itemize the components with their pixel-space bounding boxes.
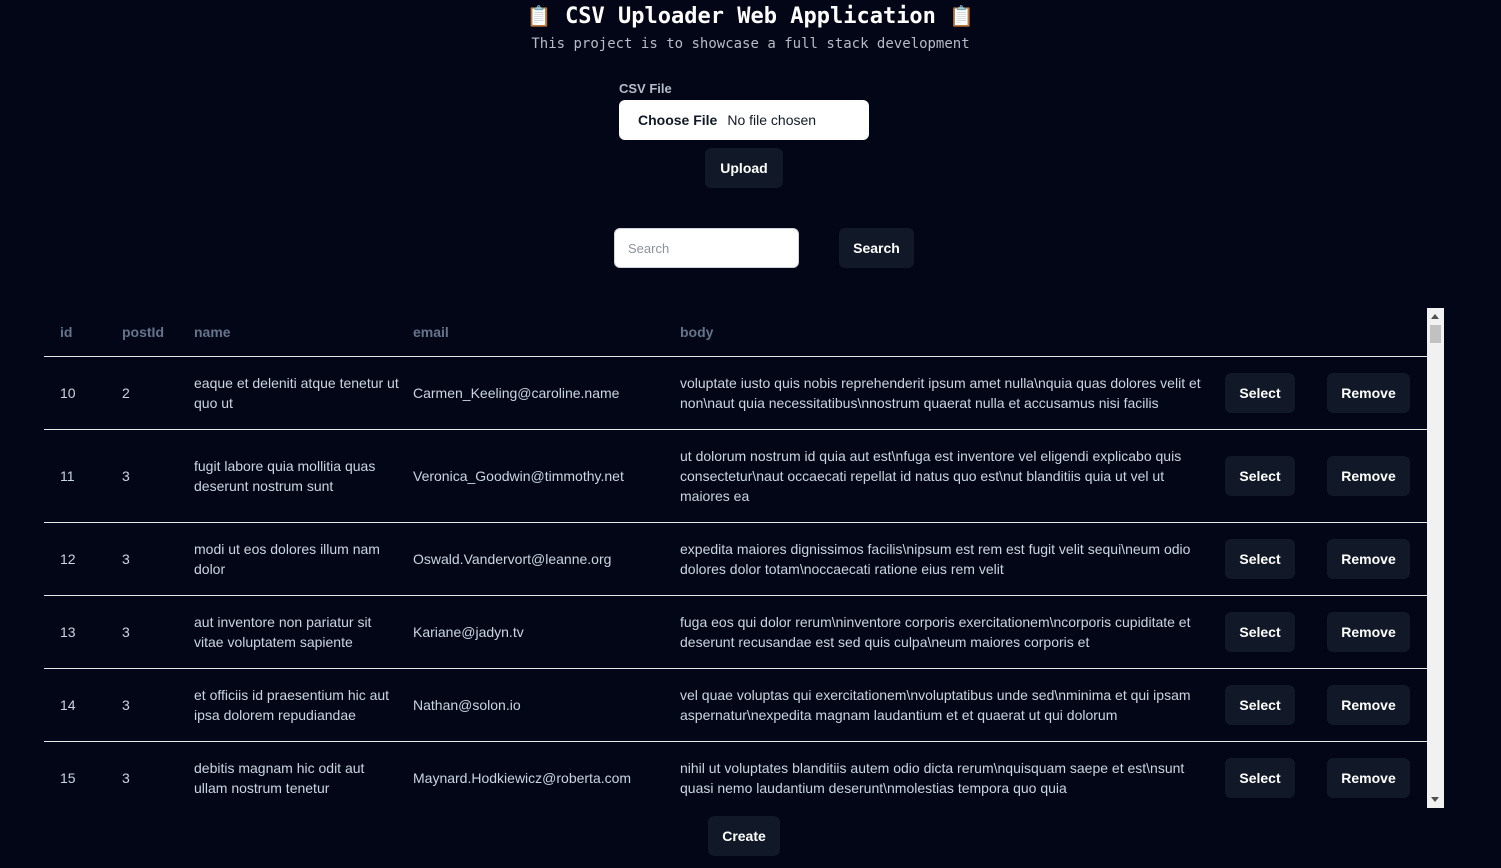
cell-body: nihil ut voluptates blanditiis autem odi… (680, 741, 1225, 808)
cell-body: vel quae voluptas qui exercitationem\nvo… (680, 668, 1225, 742)
table-row: 14 3 et officiis id praesentium hic aut … (44, 668, 1427, 742)
page-title: 📋 CSV Uploader Web Application 📋 (0, 2, 1501, 31)
table-row: 15 3 debitis magnam hic odit aut ullam n… (44, 741, 1427, 808)
table-row: 11 3 fugit labore quia mollitia quas des… (44, 429, 1427, 523)
remove-button[interactable]: Remove (1327, 538, 1410, 579)
create-button[interactable]: Create (708, 816, 780, 856)
cell-name: et officiis id praesentium hic aut ipsa … (194, 668, 413, 742)
column-header-body: body (680, 308, 1225, 357)
cell-name: fugit labore quia mollitia quas deserunt… (194, 429, 413, 523)
search-input[interactable] (614, 228, 799, 268)
cell-body: expedita maiores dignissimos facilis\nip… (680, 522, 1225, 596)
cell-id: 14 (44, 668, 122, 742)
select-button[interactable]: Select (1225, 372, 1295, 413)
file-status-text: No file chosen (727, 112, 817, 128)
table-row: 12 3 modi ut eos dolores illum nam dolor… (44, 522, 1427, 596)
choose-file-button[interactable]: Choose File (638, 112, 717, 128)
csv-file-input[interactable]: Choose File No file chosen (619, 100, 869, 140)
cell-name: aut inventore non pariatur sit vitae vol… (194, 595, 413, 669)
cell-id: 12 (44, 522, 122, 596)
cell-body: ut dolorum nostrum id quia aut est\nfuga… (680, 429, 1225, 523)
cell-postid: 2 (122, 356, 194, 430)
search-button[interactable]: Search (839, 228, 914, 268)
remove-button[interactable]: Remove (1327, 757, 1410, 798)
page-subtitle: This project is to showcase a full stack… (531, 36, 970, 52)
remove-button[interactable]: Remove (1327, 372, 1410, 413)
table-scrollbar[interactable] (1427, 308, 1444, 808)
csv-file-label: CSV File (619, 81, 672, 96)
cell-email: Carmen_Keeling@caroline.name (413, 356, 680, 430)
data-table: id postId name email body 10 2 eaque et … (44, 308, 1427, 808)
table-row: 13 3 aut inventore non pariatur sit vita… (44, 595, 1427, 669)
column-header-postid: postId (122, 308, 194, 357)
cell-id: 15 (44, 741, 122, 808)
cell-postid: 3 (122, 522, 194, 596)
data-table-container[interactable]: id postId name email body 10 2 eaque et … (44, 308, 1444, 808)
select-button[interactable]: Select (1225, 757, 1295, 798)
clipboard-icon: 📋 (526, 4, 552, 28)
cell-email: Kariane@jadyn.tv (413, 595, 680, 669)
cell-postid: 3 (122, 595, 194, 669)
column-header-email: email (413, 308, 680, 357)
cell-body: fuga eos qui dolor rerum\ninventore corp… (680, 595, 1225, 669)
column-header-id: id (44, 308, 122, 357)
page-title-text: CSV Uploader Web Application (565, 4, 936, 29)
select-button[interactable]: Select (1225, 684, 1295, 725)
upload-button[interactable]: Upload (705, 148, 783, 188)
scroll-up-arrow-icon[interactable] (1431, 314, 1439, 319)
cell-name: eaque et deleniti atque tenetur ut quo u… (194, 356, 413, 430)
column-header-select (1225, 308, 1327, 357)
column-header-remove (1327, 308, 1427, 357)
cell-postid: 3 (122, 741, 194, 808)
select-button[interactable]: Select (1225, 538, 1295, 579)
cell-email: Oswald.Vandervort@leanne.org (413, 522, 680, 596)
cell-email: Maynard.Hodkiewicz@roberta.com (413, 741, 680, 808)
scrollbar-thumb[interactable] (1430, 325, 1441, 343)
select-button[interactable]: Select (1225, 455, 1295, 496)
clipboard-icon: 📋 (949, 4, 975, 28)
select-button[interactable]: Select (1225, 611, 1295, 652)
cell-email: Veronica_Goodwin@timmothy.net (413, 429, 680, 523)
cell-name: debitis magnam hic odit aut ullam nostru… (194, 741, 413, 808)
cell-postid: 3 (122, 668, 194, 742)
cell-id: 13 (44, 595, 122, 669)
cell-id: 11 (44, 429, 122, 523)
cell-name: modi ut eos dolores illum nam dolor (194, 522, 413, 596)
column-header-name: name (194, 308, 413, 357)
cell-postid: 3 (122, 429, 194, 523)
cell-email: Nathan@solon.io (413, 668, 680, 742)
remove-button[interactable]: Remove (1327, 684, 1410, 725)
scroll-down-arrow-icon[interactable] (1431, 797, 1439, 802)
cell-body: voluptate iusto quis nobis reprehenderit… (680, 356, 1225, 430)
table-row: 10 2 eaque et deleniti atque tenetur ut … (44, 356, 1427, 430)
remove-button[interactable]: Remove (1327, 611, 1410, 652)
cell-id: 10 (44, 356, 122, 430)
remove-button[interactable]: Remove (1327, 455, 1410, 496)
table-header-row: id postId name email body (44, 308, 1427, 357)
